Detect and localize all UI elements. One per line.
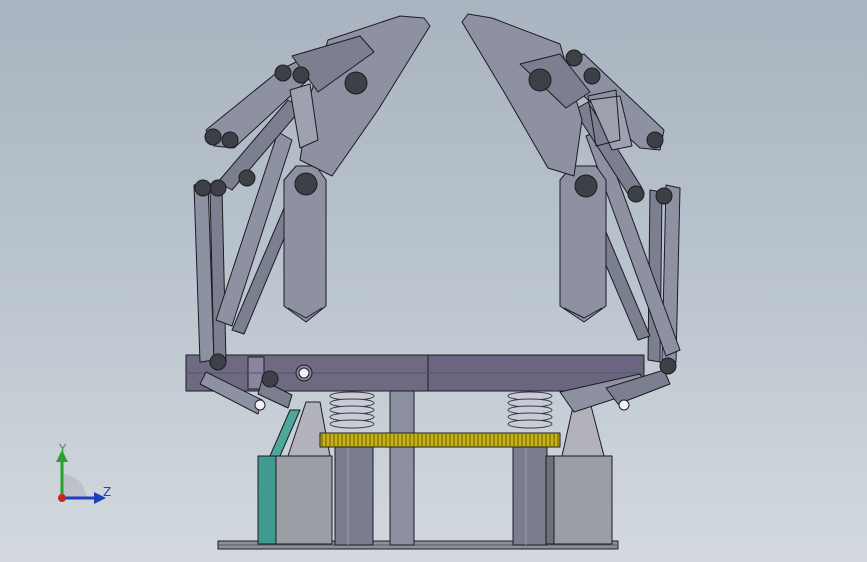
pivot-pin [659,357,677,375]
pivot-pin [261,370,279,388]
pivot-pin [209,179,227,197]
x-axis-dot [58,494,66,502]
pivot-pin [294,172,318,196]
pivot-pin [528,68,552,92]
gripper-model[interactable] [0,0,867,562]
pivot-pin [565,49,583,67]
pivot-pin [646,131,664,149]
spring-coil [507,419,553,429]
z-axis-label: Z [103,485,112,499]
bolt-hole [618,399,630,411]
pivot-pin [194,179,212,197]
pivot-pin [221,131,239,149]
spring-coil [329,419,375,429]
pivot-pin [574,174,598,198]
bolt-hole [254,399,266,411]
pivot-pin [238,169,256,187]
pivot-pin [583,67,601,85]
right-pedestal [551,455,613,545]
right-post [512,444,548,546]
left-pedestal-teal [257,455,279,545]
cad-viewport[interactable]: Y Z [0,0,867,562]
left-pedestal [275,455,333,545]
pivot-pin [274,64,292,82]
center-post [389,389,415,546]
gear-ring [319,432,561,448]
pivot-pin [292,66,310,84]
orientation-triad [56,450,106,504]
left-spring [329,391,375,429]
bolt-hole [298,367,310,379]
right-spring [507,391,553,429]
y-axis-label: Y [59,442,67,456]
left-post [334,444,374,546]
pivot-pin [209,353,227,371]
triad-quadrant [62,474,86,498]
pivot-pin [655,187,673,205]
pivot-pin [204,128,222,146]
pivot-pin [627,185,645,203]
pivot-pin [344,71,368,95]
right-pedestal-support [561,401,605,457]
left-jaw [299,15,431,177]
